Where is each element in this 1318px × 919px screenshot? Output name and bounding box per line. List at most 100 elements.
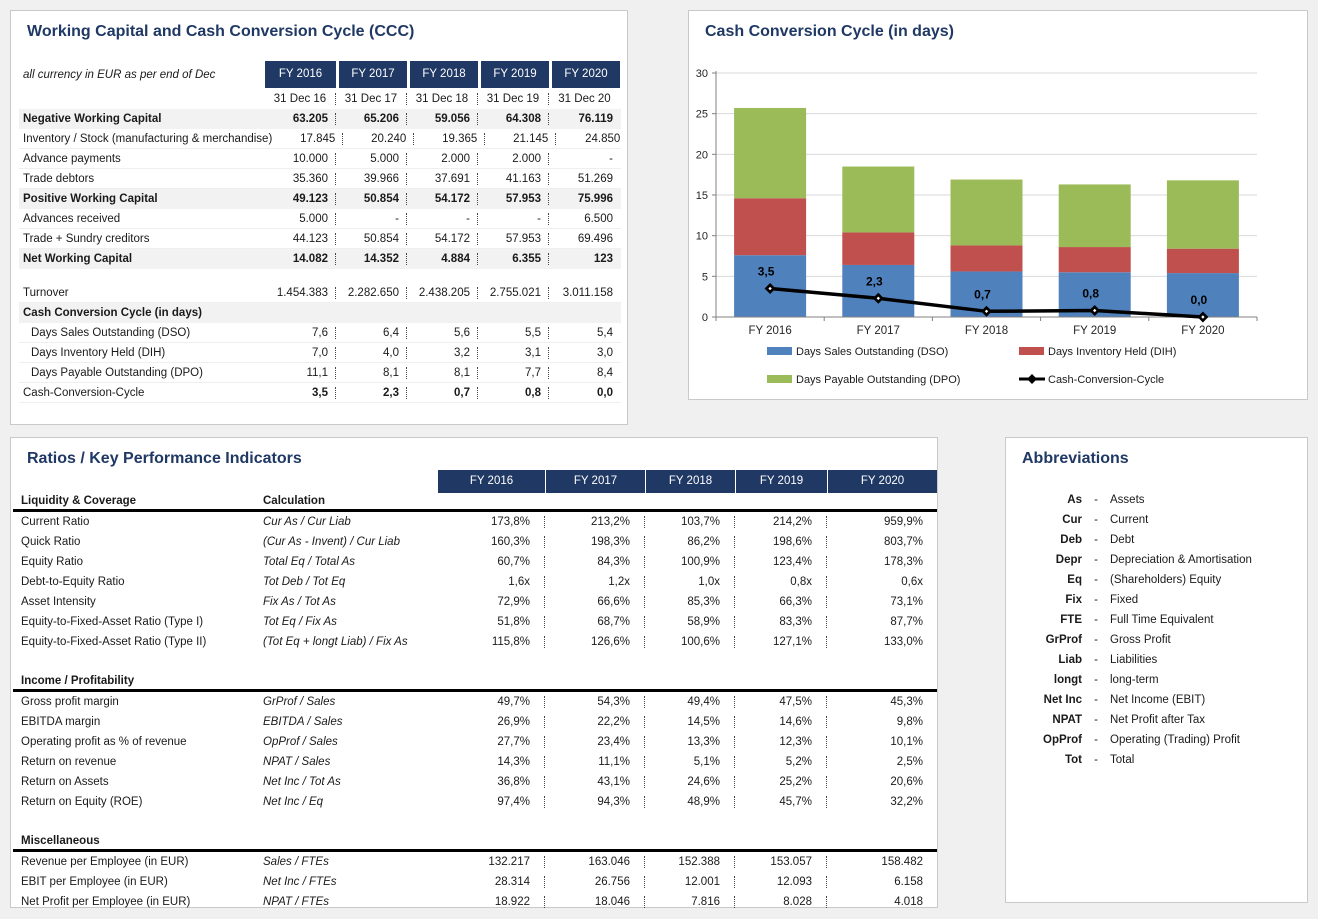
abbreviation-row: Depr-Depreciation & Amortisation [1016, 550, 1299, 570]
abbreviation-dash: - [1082, 554, 1110, 566]
line-data-label: 2,3 [866, 274, 883, 288]
value-cell: 27,7% [437, 736, 545, 748]
value-cell: 1,0x [645, 576, 735, 588]
legend-line-marker [1027, 374, 1037, 384]
table-row: Advance payments10.0005.0002.0002.000- [19, 149, 621, 169]
value-cell: 20,6% [827, 776, 937, 788]
table-row: Debt-to-Equity RatioTot Deb / Tot Eq1,6x… [13, 572, 937, 592]
row-label: Days Sales Outstanding (DSO) [19, 327, 265, 339]
bar-segment [734, 198, 806, 255]
value-cell: 2,3 [336, 387, 407, 399]
value-cell: 26.756 [545, 876, 645, 888]
abbreviation-term: Fix [1016, 594, 1082, 606]
row-label: Days Payable Outstanding (DPO) [19, 367, 265, 379]
value-cell: 49,4% [645, 696, 735, 708]
value-cell: 6.158 [827, 876, 937, 888]
year-header: FY 2019 [478, 61, 549, 88]
row-label: Advances received [19, 213, 265, 225]
abbreviation-row: Tot-Total [1016, 750, 1299, 770]
year-header: FY 2020 [827, 470, 937, 493]
value-cell: 10.000 [265, 153, 336, 165]
abbreviation-term: OpProf [1016, 734, 1082, 746]
value-cell: 6.355 [478, 253, 549, 265]
table-row: Equity-to-Fixed-Asset Ratio (Type I)Tot … [13, 612, 937, 632]
value-cell: 68,7% [545, 616, 645, 628]
row-label: Positive Working Capital [19, 193, 265, 205]
value-cell: 7,0 [265, 347, 336, 359]
table-row: Asset IntensityFix As / Tot As72,9%66,6%… [13, 592, 937, 612]
value-cell: 103,7% [645, 516, 735, 528]
row-label: Return on Assets [13, 776, 263, 788]
value-cell: 7,7 [478, 367, 549, 379]
abbreviation-term: Eq [1016, 574, 1082, 586]
row-calculation: Net Inc / Eq [263, 796, 437, 808]
abbreviation-row: As-Assets [1016, 490, 1299, 510]
value-cell: 14.082 [265, 253, 336, 265]
value-cell: 14,6% [735, 716, 827, 728]
working-capital-table: all currency in EUR as per end of DecFY … [19, 61, 621, 403]
value-cell: 132.217 [437, 856, 545, 868]
table-row: Equity-to-Fixed-Asset Ratio (Type II)(To… [13, 632, 937, 652]
ccc-chart-panel: Cash Conversion Cycle (in days) 05101520… [688, 10, 1308, 400]
row-calculation: NPAT / FTEs [263, 896, 437, 908]
calculation-header: Calculation [263, 495, 437, 507]
row-label: Inventory / Stock (manufacturing & merch… [19, 133, 272, 145]
abbreviation-definition: Gross Profit [1110, 634, 1299, 646]
abbreviation-definition: long-term [1110, 674, 1299, 686]
value-cell: 9,8% [827, 716, 937, 728]
row-calculation: Net Inc / FTEs [263, 876, 437, 888]
value-cell: 803,7% [827, 536, 937, 548]
abbreviation-definition: Current [1110, 514, 1299, 526]
section-title: Income / Profitability [13, 675, 263, 687]
year-header: FY 2020 [549, 61, 620, 88]
value-cell: 43,1% [545, 776, 645, 788]
abbreviation-row: Liab-Liabilities [1016, 650, 1299, 670]
table-row: Turnover1.454.3832.282.6502.438.2052.755… [19, 283, 621, 303]
value-cell: 12.093 [735, 876, 827, 888]
value-cell: 51,8% [437, 616, 545, 628]
value-cell: 3,0 [549, 347, 620, 359]
value-cell: 97,4% [437, 796, 545, 808]
value-cell: 85,3% [645, 596, 735, 608]
table-row: Days Sales Outstanding (DSO)7,66,45,65,5… [19, 323, 621, 343]
row-label: Revenue per Employee (in EUR) [13, 856, 263, 868]
value-cell: 25,2% [735, 776, 827, 788]
value-cell: - [478, 213, 549, 225]
date-header: 31 Dec 16 [265, 93, 336, 105]
table-row: Return on Equity (ROE)Net Inc / Eq97,4%9… [13, 792, 937, 812]
value-cell: 2.000 [478, 153, 549, 165]
value-cell: 127,1% [735, 636, 827, 648]
value-cell: 4.018 [827, 896, 937, 908]
row-label: Negative Working Capital [19, 113, 265, 125]
year-header: FY 2018 [407, 61, 478, 88]
value-cell: 100,6% [645, 636, 735, 648]
row-calculation: OpProf / Sales [263, 736, 437, 748]
abbreviation-dash: - [1082, 754, 1110, 766]
row-calculation: NPAT / Sales [263, 756, 437, 768]
value-cell: 54.172 [407, 193, 478, 205]
abbreviation-definition: Operating (Trading) Profit [1110, 734, 1299, 746]
row-calculation: Fix As / Tot As [263, 596, 437, 608]
year-header: FY 2017 [545, 470, 645, 493]
value-cell: 100,9% [645, 556, 735, 568]
date-header: 31 Dec 17 [336, 93, 407, 105]
value-cell: 7,6 [265, 327, 336, 339]
date-header: 31 Dec 20 [549, 93, 620, 105]
legend-swatch [767, 375, 792, 383]
row-label: Debt-to-Equity Ratio [13, 576, 263, 588]
value-cell: 36,8% [437, 776, 545, 788]
value-cell: 4,0 [336, 347, 407, 359]
line-data-label: 0,8 [1082, 286, 1099, 300]
value-cell: - [407, 213, 478, 225]
value-cell: 115,8% [437, 636, 545, 648]
abbreviation-row: FTE-Full Time Equivalent [1016, 610, 1299, 630]
value-cell: 66,6% [545, 596, 645, 608]
legend-label: Cash-Conversion-Cycle [1048, 374, 1164, 386]
abbreviation-dash: - [1082, 734, 1110, 746]
abbreviation-row: Deb-Debt [1016, 530, 1299, 550]
row-label: EBIT per Employee (in EUR) [13, 876, 263, 888]
ratios-panel: Ratios / Key Performance Indicators FY 2… [10, 437, 938, 908]
value-cell: 6.500 [549, 213, 620, 225]
value-cell: 18.046 [545, 896, 645, 908]
row-label: Equity-to-Fixed-Asset Ratio (Type I) [13, 616, 263, 628]
